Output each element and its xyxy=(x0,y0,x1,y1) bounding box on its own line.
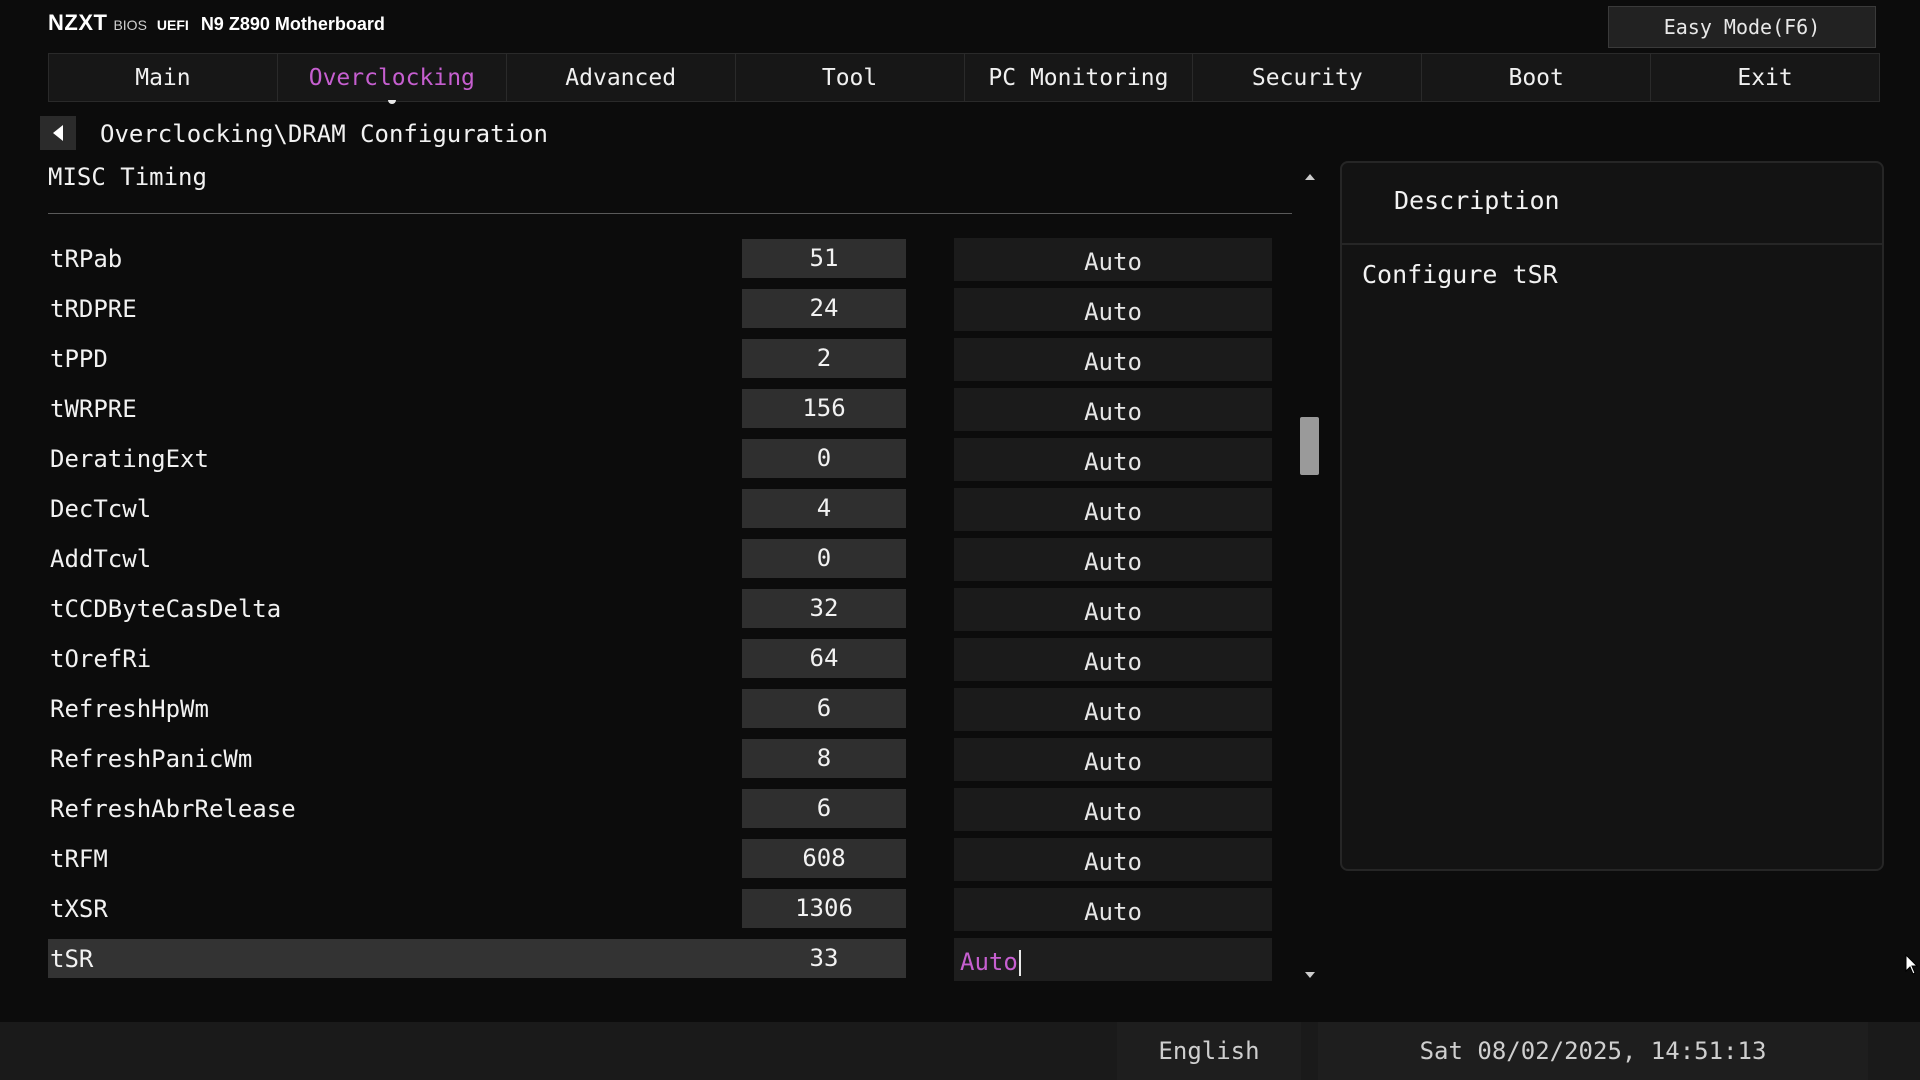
setting-value: 32 xyxy=(742,589,906,628)
language-selector[interactable]: English xyxy=(1117,1022,1301,1080)
setting-mode-field[interactable]: Auto xyxy=(954,638,1272,681)
setting-value: 33 xyxy=(809,944,839,972)
setting-value: 2 xyxy=(742,339,906,378)
setting-row-deratingext[interactable]: DeratingExt 0 Auto xyxy=(48,438,1272,488)
tab-overclocking[interactable]: Overclocking xyxy=(277,53,507,104)
description-title: Description xyxy=(1394,186,1560,215)
setting-mode-field[interactable]: Auto xyxy=(954,438,1272,481)
tab-exit[interactable]: Exit xyxy=(1651,53,1880,102)
setting-row-tccdbytecasdelta[interactable]: tCCDByteCasDelta 32 Auto xyxy=(48,588,1272,638)
tab-security[interactable]: Security xyxy=(1193,53,1423,102)
setting-row-addtcwl[interactable]: AddTcwl 0 Auto xyxy=(48,538,1272,588)
scrollbar-thumb[interactable] xyxy=(1300,417,1319,475)
setting-value: 24 xyxy=(742,289,906,328)
setting-label: RefreshPanicWm xyxy=(50,745,253,773)
setting-mode-field[interactable]: Auto xyxy=(954,588,1272,631)
settings-list: tRPab 51 Auto tRDPRE 24 Auto tPPD 2 Auto… xyxy=(48,238,1272,988)
setting-value: 0 xyxy=(742,439,906,478)
setting-label: DecTcwl xyxy=(50,495,152,523)
setting-value: 0 xyxy=(742,539,906,578)
back-arrow-icon xyxy=(53,125,63,141)
setting-label: DeratingExt xyxy=(50,445,209,473)
setting-row-refreshabrrelease[interactable]: RefreshAbrRelease 6 Auto xyxy=(48,788,1272,838)
setting-mode-input[interactable]: Auto xyxy=(954,938,1272,981)
setting-row-txsr[interactable]: tXSR 1306 Auto xyxy=(48,888,1272,938)
setting-label: tOrefRi xyxy=(50,645,152,673)
setting-mode-field[interactable]: Auto xyxy=(954,288,1272,331)
setting-mode-field[interactable]: Auto xyxy=(954,238,1272,281)
setting-label: tRDPRE xyxy=(50,295,137,323)
tab-tool[interactable]: Tool xyxy=(735,53,965,102)
description-text: Configure tSR xyxy=(1362,260,1558,289)
tab-boot[interactable]: Boot xyxy=(1422,53,1652,102)
datetime-display: Sat 08/02/2025, 14:51:13 xyxy=(1318,1022,1868,1080)
back-button[interactable] xyxy=(40,116,76,150)
mouse-cursor-icon xyxy=(1905,954,1919,975)
uefi-label: UEFI xyxy=(156,17,189,33)
easy-mode-button[interactable]: Easy Mode(F6) xyxy=(1608,6,1876,48)
setting-row-trfm[interactable]: tRFM 608 Auto xyxy=(48,838,1272,888)
setting-mode-field[interactable]: Auto xyxy=(954,338,1272,381)
setting-mode-field[interactable]: Auto xyxy=(954,838,1272,881)
setting-label: tCCDByteCasDelta xyxy=(50,595,282,623)
main-tabs: Main Overclocking Advanced Tool PC Monit… xyxy=(48,53,1880,104)
mode-input-text: Auto xyxy=(960,948,1018,976)
setting-row-torefri[interactable]: tOrefRi 64 Auto xyxy=(48,638,1272,688)
setting-value: 156 xyxy=(742,389,906,428)
setting-label: tSR xyxy=(50,945,94,973)
setting-mode-field[interactable]: Auto xyxy=(954,688,1272,731)
motherboard-model: N9 Z890 Motherboard xyxy=(200,14,385,34)
setting-label: RefreshAbrRelease xyxy=(50,795,296,823)
setting-value: 64 xyxy=(742,639,906,678)
bios-label: BIOS xyxy=(113,17,147,33)
setting-row-trpab[interactable]: tRPab 51 Auto xyxy=(48,238,1272,288)
text-caret xyxy=(1018,950,1021,976)
scroll-down-arrow-icon[interactable] xyxy=(1303,970,1317,980)
breadcrumb: Overclocking\DRAM Configuration xyxy=(100,120,548,148)
setting-label: tWRPRE xyxy=(50,395,137,423)
tab-pc-monitoring[interactable]: PC Monitoring xyxy=(964,53,1194,102)
setting-label: tRFM xyxy=(50,845,108,873)
tab-advanced[interactable]: Advanced xyxy=(506,53,736,102)
setting-mode-field[interactable]: Auto xyxy=(954,538,1272,581)
setting-value: 6 xyxy=(742,689,906,728)
setting-row-trdpre[interactable]: tRDPRE 24 Auto xyxy=(48,288,1272,338)
setting-row-refreshpanicwm[interactable]: RefreshPanicWm 8 Auto xyxy=(48,738,1272,788)
setting-value: 608 xyxy=(742,839,906,878)
setting-row-tsr-selected[interactable]: tSR 33 Auto xyxy=(48,938,1272,988)
setting-row-dectcwl[interactable]: DecTcwl 4 Auto xyxy=(48,488,1272,538)
nzxt-logo: NZXT xyxy=(48,10,108,35)
tab-main[interactable]: Main xyxy=(48,53,278,102)
setting-label: tXSR xyxy=(50,895,108,923)
setting-mode-field[interactable]: Auto xyxy=(954,738,1272,781)
setting-mode-field[interactable]: Auto xyxy=(954,888,1272,931)
section-divider xyxy=(48,213,1292,214)
setting-row-refreshhpwm[interactable]: RefreshHpWm 6 Auto xyxy=(48,688,1272,738)
setting-row-twrpre[interactable]: tWRPRE 156 Auto xyxy=(48,388,1272,438)
setting-row-tppd[interactable]: tPPD 2 Auto xyxy=(48,338,1272,388)
setting-label: RefreshHpWm xyxy=(50,695,209,723)
setting-label: tPPD xyxy=(50,345,108,373)
setting-label: tRPab xyxy=(50,245,123,273)
setting-value: 1306 xyxy=(742,889,906,928)
setting-value: 51 xyxy=(742,239,906,278)
setting-label: AddTcwl xyxy=(50,545,152,573)
section-title: MISC Timing xyxy=(48,163,207,191)
setting-mode-field[interactable]: Auto xyxy=(954,488,1272,531)
setting-value: 6 xyxy=(742,789,906,828)
scroll-up-arrow-icon[interactable] xyxy=(1303,172,1317,182)
setting-value: 8 xyxy=(742,739,906,778)
setting-value: 4 xyxy=(742,489,906,528)
brand: NZXT BIOS UEFI N9 Z890 Motherboard xyxy=(48,10,385,42)
setting-mode-field[interactable]: Auto xyxy=(954,788,1272,831)
setting-mode-field[interactable]: Auto xyxy=(954,388,1272,431)
